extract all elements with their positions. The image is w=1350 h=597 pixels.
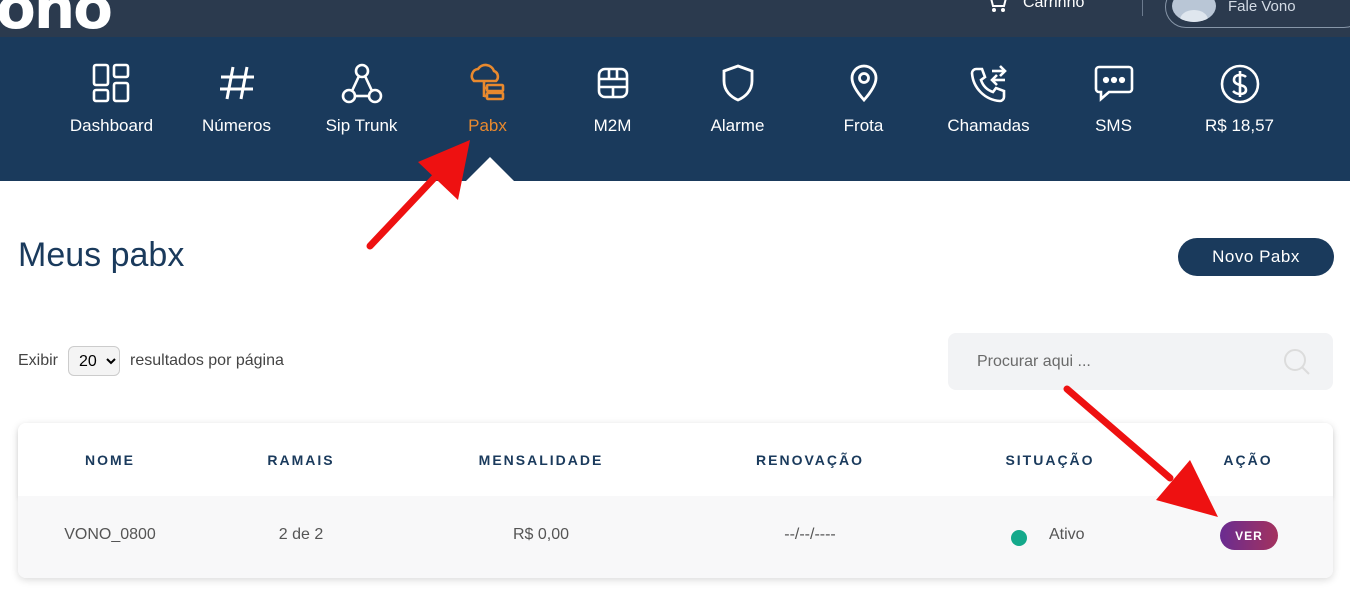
cell-ramais: 2 de 2 [278,526,324,543]
nav-item-chamadas[interactable]: Chamadas [926,37,1051,181]
cart-icon [990,0,1007,12]
page-title: Meus pabx [18,236,185,274]
cart-label: Carrinho [1023,0,1085,11]
table-header: NOME RAMAIS MENSALIDADE RENOVAÇÃO SITUAÇ… [18,423,1333,496]
nav-item-sip-trunk[interactable]: Sip Trunk [299,37,424,181]
main-nav: Dashboard Números Sip Trunk Pabx M2M Ala… [0,37,1350,181]
nav-item-dashboard[interactable]: Dashboard [49,37,174,181]
nav-item-balance[interactable]: R$ 18,57 [1177,37,1302,181]
nav-label: Pabx [468,116,507,135]
per-page-control: Exibir 20 resultados por página [18,346,284,376]
nav-item-alarme[interactable]: Alarme [675,37,800,181]
new-pabx-button[interactable]: Novo Pabx [1178,238,1334,276]
hash-icon [219,66,254,100]
nav-label: Dashboard [69,116,154,135]
nav-item-frota[interactable]: Frota [801,37,926,181]
user-label: Fale Vono [1228,0,1296,15]
active-indicator [466,157,514,181]
cart-link[interactable]: Carrinho [985,0,1084,14]
nav-item-numeros[interactable]: Números [174,37,299,181]
search-box [948,333,1333,390]
nav-item-m2m[interactable]: M2M [550,37,675,181]
sim-chip-icon [597,67,628,99]
col-header-mensalidade[interactable]: MENSALIDADE [479,452,604,468]
col-header-nome[interactable]: NOME [85,452,135,468]
per-page-suffix: resultados por página [130,352,284,369]
per-page-select[interactable]: 20 [68,346,121,376]
pabx-icon [470,63,504,101]
topbar-divider [1142,0,1143,16]
nav-label: Alarme [710,116,765,135]
col-header-ramais[interactable]: RAMAIS [267,452,334,468]
location-pin-icon [850,64,877,103]
nav-label: Frota [843,116,884,135]
nav-label: R$ 18,57 [1205,116,1274,135]
dashboard-icon [92,63,129,103]
phone-transfer-icon [970,65,1007,103]
show-label: Exibir [18,352,59,369]
col-header-acao: AÇÃO [1223,452,1273,468]
nav-label: Sip Trunk [325,116,398,135]
chat-bubble-icon [1094,65,1133,102]
nav-label: M2M [593,116,632,135]
shield-icon [722,64,753,102]
table-row: VONO_0800 2 de 2 R$ 0,00 --/--/---- Ativ… [18,496,1333,578]
col-header-situacao[interactable]: SITUAÇÃO [1005,452,1094,468]
search-input[interactable] [948,333,1278,390]
nav-label: Números [202,116,271,135]
nav-item-sms[interactable]: SMS [1051,37,1176,181]
status-indicator [1011,530,1027,546]
nav-label: Chamadas [947,116,1030,135]
brand-logo[interactable]: ono [0,0,113,42]
search-icon[interactable] [1283,348,1311,376]
sip-trunk-icon [341,63,382,104]
pabx-table: NOME RAMAIS MENSALIDADE RENOVAÇÃO SITUAÇ… [18,423,1333,578]
nav-label: SMS [1095,116,1132,135]
cell-situacao: Ativo [1049,526,1085,543]
col-header-renovacao[interactable]: RENOVAÇÃO [756,452,864,468]
view-button[interactable]: VER [1220,521,1278,550]
cell-mensalidade: R$ 0,00 [512,526,570,543]
top-bar: ono Carrinho Fale Vono [0,0,1350,42]
cell-nome: VONO_0800 [64,526,156,543]
dollar-icon [1220,64,1259,104]
cell-renovacao: --/--/---- [784,526,836,543]
